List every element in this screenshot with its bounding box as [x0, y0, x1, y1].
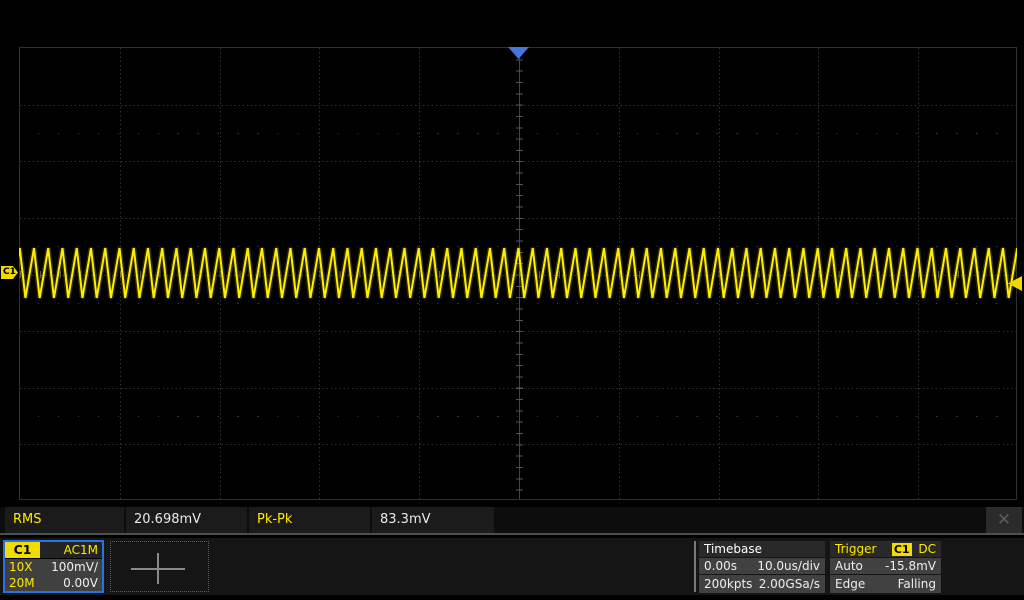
trigger-mode: Auto: [835, 558, 863, 574]
descriptor-row: C1 AC1M 10X 100mV/ 20M 0.00V Timebase 0.…: [0, 538, 1024, 595]
timebase-scale: 10.0us/div: [757, 558, 820, 574]
add-channel-placeholder[interactable]: [110, 541, 209, 592]
bar-separator: [0, 533, 1024, 535]
measurement-pkpk-value[interactable]: 83.3mV: [372, 507, 494, 533]
channel1-zero-marker[interactable]: C1: [1, 266, 18, 279]
timebase-memory: 200kpts: [704, 575, 752, 593]
measurement-rms-label[interactable]: RMS: [5, 507, 124, 533]
timebase-panel[interactable]: Timebase 0.00s 10.0us/div 200kpts 2.00GS…: [699, 541, 825, 593]
timebase-delay: 0.00s: [704, 558, 737, 574]
channel1-descriptor-box[interactable]: C1 AC1M 10X 100mV/ 20M 0.00V: [3, 540, 104, 593]
crosshair-icon: [157, 553, 159, 584]
trigger-coupling: DC: [918, 542, 936, 556]
channel1-bandwidth: 20M: [9, 575, 35, 591]
channel1-offset: 0.00V: [63, 575, 98, 591]
channel1-badge: C1: [5, 542, 40, 558]
measurement-bar: RMS 20.698mV Pk-Pk 83.3mV ✕: [0, 507, 1024, 533]
trigger-panel[interactable]: Trigger C1 DC Auto -15.8mV Edge Falling: [830, 541, 941, 593]
measurement-rms-value[interactable]: 20.698mV: [126, 507, 247, 533]
timebase-sample-rate: 2.00GSa/s: [759, 575, 820, 593]
trigger-slope: Falling: [898, 575, 936, 593]
trigger-source-badge: C1: [892, 543, 912, 556]
trigger-type: Edge: [835, 575, 865, 593]
close-icon[interactable]: ✕: [986, 507, 1022, 533]
timebase-title: Timebase: [704, 541, 762, 557]
trigger-level: -15.8mV: [885, 558, 936, 574]
waveform-c1: [19, 47, 1017, 500]
channel1-scale: 100mV/: [51, 559, 98, 575]
channel1-coupling: AC1M: [40, 542, 102, 558]
panel-divider: [694, 541, 696, 592]
measurement-pkpk-label[interactable]: Pk-Pk: [249, 507, 370, 533]
channel1-probe: 10X: [9, 559, 33, 575]
trigger-title: Trigger: [835, 541, 876, 557]
